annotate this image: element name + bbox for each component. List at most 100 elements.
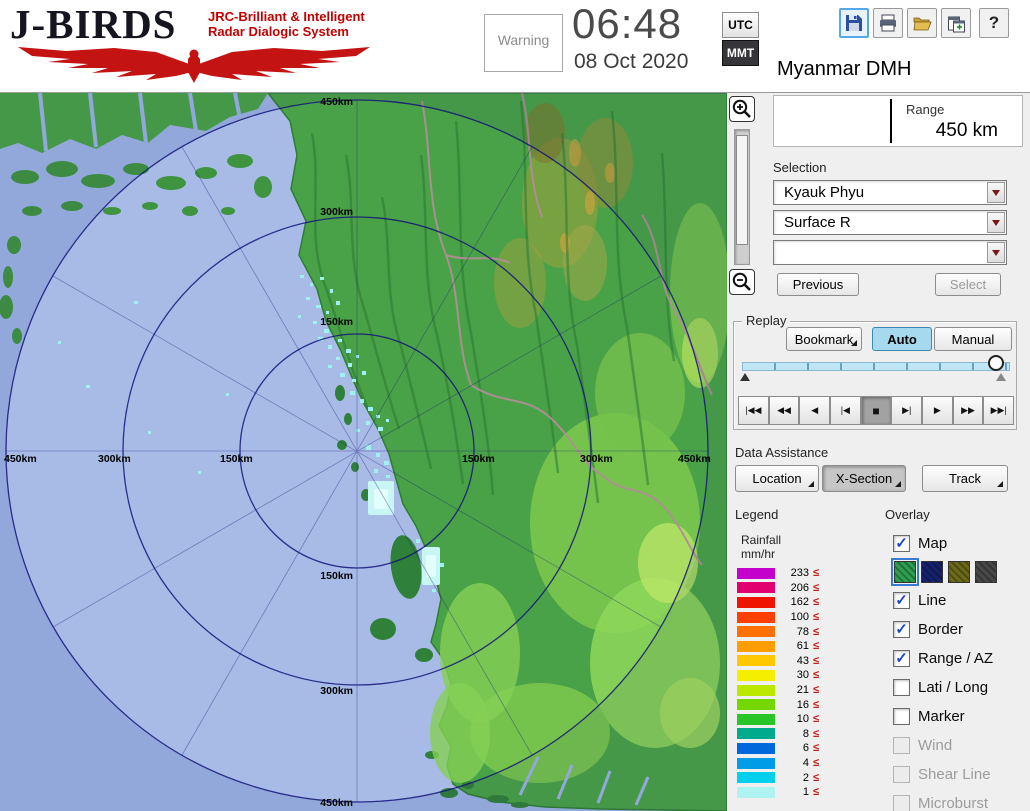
site-dropdown-button[interactable]	[987, 182, 1005, 203]
overlay-label: Overlay	[885, 507, 930, 522]
option-dropdown-button[interactable]	[987, 242, 1005, 263]
legend-color-swatch	[737, 685, 775, 696]
legend-unit-line2: mm/hr	[741, 547, 775, 561]
range-value: 450 km	[936, 120, 998, 142]
transport-next-frame[interactable]: ▶|	[891, 396, 922, 425]
checkbox[interactable]	[893, 679, 910, 696]
clock-time: 06:48	[572, 0, 682, 48]
range-ring-label: 150km	[320, 316, 353, 328]
radar-map[interactable]: 450km 300km 150km 150km 300km 450km 450k…	[0, 93, 727, 811]
utc-button[interactable]: UTC	[722, 12, 759, 38]
legend-row: 78≤	[737, 624, 819, 639]
range-ring-label: 300km	[580, 453, 613, 465]
print-button[interactable]	[873, 8, 903, 38]
logo-subtitle-line2: Radar Dialogic System	[208, 24, 365, 39]
checkbox	[893, 737, 910, 754]
overlay-item-label: Microburst	[918, 795, 988, 811]
legend-lte-symbol: ≤	[813, 757, 819, 769]
overlay-item-label: Shear Line	[918, 766, 991, 783]
zoom-slider[interactable]	[734, 129, 750, 265]
legend-row: 16≤	[737, 697, 819, 712]
checkbox[interactable]: ✓	[893, 650, 910, 667]
transport-stop[interactable]: ■	[861, 396, 892, 425]
transport-controls: |◀◀◀◀◀|◀■▶|▶▶▶▶▶|	[738, 396, 1014, 425]
legend-lte-symbol: ≤	[813, 699, 819, 711]
overlay-item-map[interactable]: ✓Map	[893, 529, 1029, 558]
bookmark-button[interactable]: Bookmark	[786, 327, 862, 351]
manual-mode-button[interactable]: Manual	[934, 327, 1012, 351]
legend-lte-symbol: ≤	[813, 596, 819, 608]
transport-rewind[interactable]: ◀◀	[769, 396, 800, 425]
overlay-item-label: Wind	[918, 737, 952, 754]
checkbox[interactable]: ✓	[893, 621, 910, 638]
select-button[interactable]: Select	[935, 273, 1001, 296]
eagle-logo-icon	[4, 45, 384, 85]
open-folder-icon	[912, 13, 932, 33]
legend-row: 233≤	[737, 566, 819, 581]
checkbox	[893, 795, 910, 811]
save-button[interactable]	[839, 8, 869, 38]
zoom-slider-thumb[interactable]	[736, 135, 748, 245]
legend-value: 2	[782, 772, 809, 784]
legend-lte-symbol: ≤	[813, 786, 819, 798]
legend-lte-symbol: ≤	[813, 626, 819, 638]
overlay-item-lati-long[interactable]: Lati / Long	[893, 673, 1029, 702]
product-dropdown[interactable]: Surface R	[773, 210, 1007, 235]
replay-timeline-slider[interactable]	[742, 362, 1010, 371]
checkbox[interactable]: ✓	[893, 535, 910, 552]
legend-row: 4≤	[737, 756, 819, 771]
legend-label: Legend	[735, 507, 778, 522]
legend-value: 233	[782, 567, 809, 579]
overlay-item-range-az[interactable]: ✓Range / AZ	[893, 644, 1029, 673]
replay-label: Replay	[742, 313, 790, 328]
legend-row: 206≤	[737, 581, 819, 596]
overlay-item-line[interactable]: ✓Line	[893, 586, 1029, 615]
help-button[interactable]: ?	[979, 8, 1009, 38]
mmt-button[interactable]: MMT	[722, 40, 759, 66]
legend-color-swatch	[737, 772, 775, 783]
legend-value: 100	[782, 611, 809, 623]
transport-prev-frame[interactable]: |◀	[830, 396, 861, 425]
legend-row: 1≤	[737, 785, 819, 800]
overlay-item-marker[interactable]: Marker	[893, 702, 1029, 731]
help-icon: ?	[989, 13, 999, 33]
data-assistance-track[interactable]: Track	[922, 465, 1008, 492]
map-style-terrain-green[interactable]	[894, 561, 916, 583]
legend-lte-symbol: ≤	[813, 728, 819, 740]
transport-play[interactable]: ▶	[922, 396, 953, 425]
overlay-item-label: Lati / Long	[918, 679, 988, 696]
transport-step-back[interactable]: ◀	[799, 396, 830, 425]
previous-button[interactable]: Previous	[777, 273, 859, 296]
range-ring-label: 150km	[320, 570, 353, 582]
site-dropdown[interactable]: Kyauk Phyu	[773, 180, 1007, 205]
data-assistance-x-section[interactable]: X-Section	[822, 465, 906, 492]
range-ring-label: 450km	[4, 453, 37, 465]
legend-lte-symbol: ≤	[813, 582, 819, 594]
open-file-button[interactable]	[907, 8, 937, 38]
range-ring-label: 450km	[320, 96, 353, 108]
radar-map-area[interactable]: 450km 300km 150km 150km 300km 450km 450k…	[0, 93, 727, 811]
auto-mode-button[interactable]: Auto	[872, 327, 932, 351]
data-assistance-location[interactable]: Location	[735, 465, 819, 492]
warning-listbox[interactable]: Warning	[484, 14, 563, 72]
transport-skip-start[interactable]: |◀◀	[738, 396, 769, 425]
overlay-item-border[interactable]: ✓Border	[893, 615, 1029, 644]
chevron-down-icon	[992, 190, 1000, 196]
export-button[interactable]	[941, 8, 971, 38]
map-style-dark-gray[interactable]	[975, 561, 997, 583]
product-dropdown-button[interactable]	[987, 212, 1005, 233]
checkbox[interactable]	[893, 708, 910, 725]
option-dropdown[interactable]	[773, 240, 1007, 265]
replay-slider-thumb[interactable]	[988, 355, 1004, 371]
checkbox[interactable]: ✓	[893, 592, 910, 609]
transport-skip-end[interactable]: ▶▶|	[983, 396, 1014, 425]
legend-row: 10≤	[737, 712, 819, 727]
range-ring-label: 450km	[678, 453, 711, 465]
map-style-navy[interactable]	[921, 561, 943, 583]
legend-value: 43	[782, 655, 809, 667]
map-style-olive[interactable]	[948, 561, 970, 583]
replay-group: Replay Bookmark Auto Manual |◀◀◀◀◀|◀■▶|▶…	[733, 321, 1017, 430]
zoom-out-button[interactable]	[729, 269, 755, 295]
transport-fast-forward[interactable]: ▶▶	[953, 396, 984, 425]
zoom-in-button[interactable]	[729, 96, 755, 122]
